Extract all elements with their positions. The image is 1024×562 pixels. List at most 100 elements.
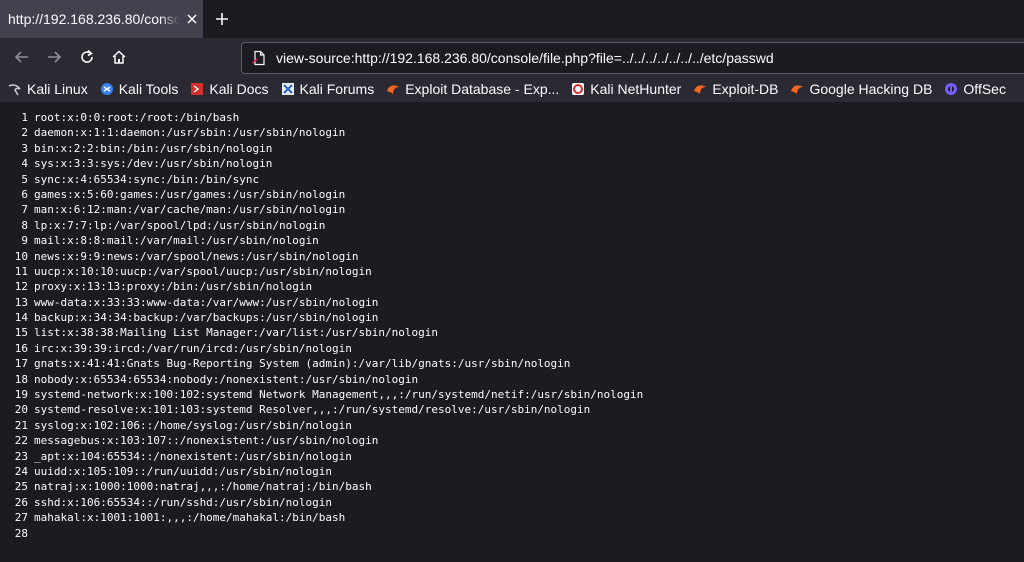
bookmark-google-hacking-db[interactable]: Google Hacking DB [790,81,932,97]
reload-icon[interactable] [75,45,99,69]
source-line: 17 gnats:x:41:41:Gnats Bug-Reporting Syst… [0,356,643,371]
source-line: 5 sync:x:4:65534:sync:/bin:/bin/sync [0,172,643,187]
line-number: 13 [14,295,28,309]
line-text[interactable]: news:x:9:9:news:/var/spool/news:/usr/sbi… [34,249,359,264]
line-text[interactable]: root:x:0:0:root:/root:/bin/bash [34,110,239,125]
line-number: 22 [14,434,28,448]
line-text[interactable]: irc:x:39:39:ircd:/var/run/ircd:/usr/sbin… [34,341,352,356]
line-number: 10 [14,249,28,263]
line-number: 24 [14,464,28,478]
line-number: 8 [21,218,28,232]
line-text[interactable]: syslog:x:102:106::/home/syslog:/usr/sbin… [34,418,352,433]
line-text[interactable]: list:x:38:38:Mailing List Manager:/var/l… [34,325,438,340]
page-info-icon[interactable] [250,49,268,67]
bookmark-kali-nethunter[interactable]: Kali NetHunter [571,81,681,97]
source-line: 24 uuidd:x:105:109::/run/uuidd:/usr/sbin/… [0,464,643,479]
forward-arrow-icon[interactable] [42,45,66,69]
bookmark-kali-tools[interactable]: Kali Tools [100,81,178,97]
url-bar[interactable]: view-source:http://192.168.236.80/consol… [241,42,1024,74]
line-text[interactable]: uucp:x:10:10:uucp:/var/spool/uucp:/usr/s… [34,264,372,279]
source-line: 6 games:x:5:60:games:/usr/games:/usr/sbin… [0,187,643,202]
view-source-content: 1 root:x:0:0:root:/root:/bin/bash 2 daemon:… [0,102,1024,562]
offsec-icon [944,82,958,96]
line-text[interactable]: bin:x:2:2:bin:/bin:/usr/sbin/nologin [34,141,272,156]
line-text[interactable]: systemd-resolve:x:101:103:systemd Resolv… [34,402,590,417]
source-line: 9 mail:x:8:8:mail:/var/mail:/usr/sbin/nol… [0,233,643,248]
exploit-db-icon [693,82,707,96]
line-text[interactable]: backup:x:34:34:backup:/var/backups:/usr/… [34,310,378,325]
line-number: 2 [21,126,28,140]
kali-linux-icon [8,82,22,96]
kali-docs-icon [190,82,204,96]
active-tab[interactable]: http://192.168.236.80/console [0,0,203,38]
source-line: 1 root:x:0:0:root:/root:/bin/bash [0,110,643,125]
source-line: 16 irc:x:39:39:ircd:/var/run/ircd:/usr/sb… [0,341,643,356]
line-text[interactable]: proxy:x:13:13:proxy:/bin:/usr/sbin/nolog… [34,279,312,294]
source-line: 12 proxy:x:13:13:proxy:/bin:/usr/sbin/nol… [0,279,643,294]
line-text[interactable]: mahakal:x:1001:1001:,,,:/home/mahakal:/b… [34,510,345,525]
line-text[interactable]: messagebus:x:103:107::/nonexistent:/usr/… [34,433,378,448]
line-number: 15 [14,326,28,340]
line-number: 23 [14,449,28,463]
source-line: 10 news:x:9:9:news:/var/spool/news:/usr/s… [0,249,643,264]
tab-title: http://192.168.236.80/console [8,11,180,27]
source-line: 23 _apt:x:104:65534::/nonexistent:/usr/sb… [0,449,643,464]
bookmarks-toolbar: Kali Linux Kali Tools Kali Docs Kali For… [0,76,1024,102]
line-text[interactable]: www-data:x:33:33:www-data:/var/www:/usr/… [34,295,378,310]
line-number: 12 [14,280,28,294]
bookmark-offsec[interactable]: OffSec [944,81,1006,97]
line-number: 7 [21,203,28,217]
line-text[interactable]: systemd-network:x:100:102:systemd Networ… [34,387,643,402]
new-tab-icon[interactable] [212,9,232,29]
source-line: 13 www-data:x:33:33:www-data:/var/www:/us… [0,295,643,310]
source-line: 25 natraj:x:1000:1000:natraj,,,:/home/nat… [0,479,643,494]
line-text[interactable]: nobody:x:65534:65534:nobody:/nonexistent… [34,372,418,387]
source-line: 15 list:x:38:38:Mailing List Manager:/var… [0,325,643,340]
line-number: 1 [21,111,28,124]
line-number: 4 [21,157,28,171]
source-line: 4 sys:x:3:3:sys:/dev:/usr/sbin/nologin [0,156,643,171]
source-line: 18 nobody:x:65534:65534:nobody:/nonexiste… [0,372,643,387]
source-line: 26 sshd:x:106:65534::/run/sshd:/usr/sbin/… [0,495,643,510]
bookmark-exploit-database[interactable]: Exploit Database - Exp... [386,81,559,97]
line-text[interactable]: man:x:6:12:man:/var/cache/man:/usr/sbin/… [34,202,345,217]
line-number: 9 [21,234,28,248]
line-text[interactable]: _apt:x:104:65534::/nonexistent:/usr/sbin… [34,449,352,464]
line-number: 6 [21,187,28,201]
line-text[interactable]: sshd:x:106:65534::/run/sshd:/usr/sbin/no… [34,495,332,510]
kali-nethunter-icon [571,82,585,96]
line-number: 18 [14,372,28,386]
bookmark-kali-forums[interactable]: Kali Forums [281,81,374,97]
source-line: 28 [0,526,643,541]
source-line: 7 man:x:6:12:man:/var/cache/man:/usr/sbin… [0,202,643,217]
bookmark-kali-linux[interactable]: Kali Linux [8,81,88,97]
line-text[interactable]: uuidd:x:105:109::/run/uuidd:/usr/sbin/no… [34,464,332,479]
source-line: 22 messagebus:x:103:107::/nonexistent:/us… [0,433,643,448]
line-number: 19 [14,388,28,402]
line-text[interactable]: games:x:5:60:games:/usr/games:/usr/sbin/… [34,187,345,202]
source-line: 14 backup:x:34:34:backup:/var/backups:/us… [0,310,643,325]
line-text[interactable]: mail:x:8:8:mail:/var/mail:/usr/sbin/nolo… [34,233,319,248]
url-text[interactable]: view-source:http://192.168.236.80/consol… [276,50,774,66]
tab-strip: http://192.168.236.80/console [0,0,1024,38]
line-text[interactable]: gnats:x:41:41:Gnats Bug-Reporting System… [34,356,570,371]
bookmark-exploit-db[interactable]: Exploit-DB [693,81,778,97]
home-icon[interactable] [107,45,131,69]
back-arrow-icon[interactable] [10,45,34,69]
line-number: 28 [14,526,28,540]
line-text[interactable]: daemon:x:1:1:daemon:/usr/sbin:/usr/sbin/… [34,125,345,140]
line-number: 26 [14,495,28,509]
line-text[interactable]: natraj:x:1000:1000:natraj,,,:/home/natra… [34,479,372,494]
kali-tools-icon [100,82,114,96]
close-tab-icon[interactable] [183,10,201,28]
bookmark-kali-docs[interactable]: Kali Docs [190,81,269,97]
source-lines: 1 root:x:0:0:root:/root:/bin/bash 2 daemon:… [0,110,644,541]
line-text[interactable]: lp:x:7:7:lp:/var/spool/lpd:/usr/sbin/nol… [34,218,325,233]
source-line: 19 systemd-network:x:100:102:systemd Netw… [0,387,644,402]
source-line: 8 lp:x:7:7:lp:/var/spool/lpd:/usr/sbin/no… [0,218,643,233]
line-number: 11 [14,264,28,278]
exploit-db-icon [790,82,804,96]
line-text[interactable]: sync:x:4:65534:sync:/bin:/bin/sync [34,172,259,187]
line-number: 21 [14,418,28,432]
line-text[interactable]: sys:x:3:3:sys:/dev:/usr/sbin/nologin [34,156,272,171]
